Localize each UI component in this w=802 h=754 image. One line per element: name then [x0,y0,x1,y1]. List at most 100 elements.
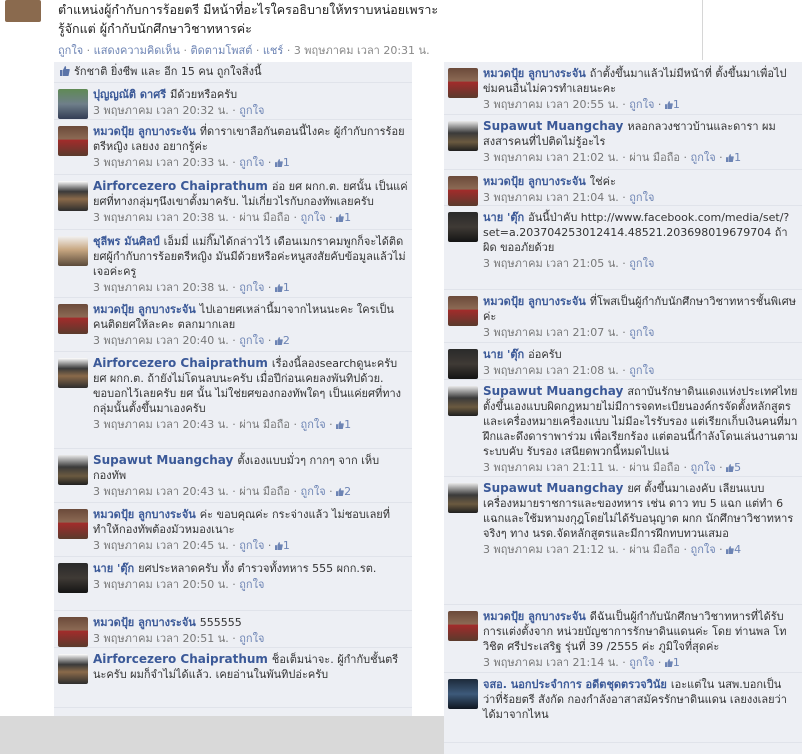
comment-time[interactable]: 3 พฤษภาคม เวลา 20:38 น. [93,211,229,224]
commenter-name[interactable]: นาย 'ตุ๊ก [483,348,524,361]
comment-like-link[interactable]: ถูกใจ [629,191,654,204]
commenter-name[interactable]: นาย 'ตุ๊ก [483,211,524,224]
commenter-name[interactable]: Supawut Muangchay [93,453,233,467]
commenter-avatar[interactable] [58,654,88,684]
comment-time[interactable]: 3 พฤษภาคม เวลา 21:08 น. [483,364,619,377]
comment-time[interactable]: 3 พฤษภาคม เวลา 20:32 น. [93,104,229,117]
commenter-avatar[interactable] [58,181,88,211]
comment-via-mobile[interactable]: ผ่าน มือถือ [239,211,290,224]
comment-like-link[interactable]: ถูกใจ [691,461,716,474]
comment-like-link[interactable]: ถูกใจ [239,578,264,591]
commenter-avatar[interactable] [58,455,88,485]
comment-time[interactable]: 3 พฤษภาคม เวลา 21:11 น. [483,461,619,474]
commenter-name[interactable]: Supawut Muangchay [483,481,623,495]
comment-like-count[interactable]: 2 [274,334,290,347]
commenter-avatar[interactable] [448,386,478,416]
commenter-avatar[interactable] [448,68,478,98]
comment-like-count[interactable]: 1 [664,98,680,111]
commenter-avatar[interactable] [448,296,478,326]
comment-like-count[interactable]: 1 [336,418,351,431]
post-time[interactable]: 3 พฤษภาคม เวลา 20:31 น. [294,44,430,57]
comment-time[interactable]: 3 พฤษภาคม เวลา 20:38 น. [93,281,229,294]
commenter-avatar[interactable] [448,121,478,151]
commenter-avatar[interactable] [58,509,88,539]
comment-time[interactable]: 3 พฤษภาคม เวลา 21:04 น. [483,191,619,204]
comment-via-mobile[interactable]: ผ่าน มือถือ [239,418,290,431]
comment-like-link[interactable]: ถูกใจ [691,543,716,556]
comment-like-link[interactable]: ถูกใจ [629,656,654,669]
commenter-name[interactable]: Airforcezero Chaiprathum [93,179,268,193]
commenter-name[interactable]: หมวดปุ้ย ลูกบางระจัน [483,175,586,188]
comment-time[interactable]: 3 พฤษภาคม เวลา 21:02 น. [483,151,619,164]
comment-like-count[interactable]: 1 [274,539,290,552]
comment-like-count[interactable]: 4 [726,543,741,556]
comment-like-link[interactable]: ถูกใจ [239,281,264,294]
comment-via-mobile[interactable]: ผ่าน มือถือ [629,151,680,164]
comment-like-count[interactable]: 1 [274,281,290,294]
commenter-name[interactable]: หมวดปุ้ย ลูกบางระจัน [483,295,586,308]
comment-like-count[interactable]: 2 [336,485,351,498]
commenter-avatar[interactable] [448,483,478,513]
commenter-avatar[interactable] [58,236,88,266]
comment-like-link[interactable]: ถูกใจ [629,326,654,339]
commenter-name[interactable]: Airforcezero Chaiprathum [93,356,268,370]
comment-time[interactable]: 3 พฤษภาคม เวลา 20:33 น. [93,156,229,169]
commenter-name[interactable]: ปุญญณัติ ดาศรี [93,88,166,101]
commenter-avatar[interactable] [58,563,88,593]
comment-like-link[interactable]: ถูกใจ [629,364,654,377]
comment-like-link[interactable]: ถูกใจ [301,418,326,431]
comment-time[interactable]: 3 พฤษภาคม เวลา 20:40 น. [93,334,229,347]
commenter-avatar[interactable] [448,679,478,709]
comment-via-mobile[interactable]: ผ่าน มือถือ [629,461,680,474]
likes-summary-text[interactable]: รักชาติ ยิ่งชีพ และ อีก 15 คน ถูกใจสิ่งน… [74,65,262,78]
comment-time[interactable]: 3 พฤษภาคม เวลา 20:50 น. [93,578,229,591]
commenter-avatar[interactable] [448,349,478,379]
comment-like-count[interactable]: 1 [726,151,741,164]
commenter-avatar[interactable] [58,89,88,119]
comment-like-link[interactable]: ถูกใจ [301,485,326,498]
comment-like-count[interactable]: 5 [726,461,741,474]
comment-like-count[interactable]: 1 [274,156,290,169]
comment-like-link[interactable]: ถูกใจ [629,257,654,270]
comment-via-mobile[interactable]: ผ่าน มือถือ [239,485,290,498]
comment-like-link[interactable]: ถูกใจ [301,211,326,224]
comment-like-link[interactable]: ถูกใจ [239,104,264,117]
commenter-name[interactable]: ชุลีพร มันศิลป์ [93,235,160,248]
comment-via-mobile[interactable]: ผ่าน มือถือ [629,543,680,556]
comment-time[interactable]: 3 พฤษภาคม เวลา 21:12 น. [483,543,619,556]
comment-like-link[interactable]: ถูกใจ [239,156,264,169]
commenter-name[interactable]: หมวดปุ้ย ลูกบางระจัน [483,67,586,80]
commenter-avatar[interactable] [58,126,88,156]
post-follow-link[interactable]: ติดตามโพสต์ [190,44,252,57]
commenter-name[interactable]: หมวดปุ้ย ลูกบางระจัน [93,303,196,316]
commenter-name[interactable]: หมวดปุ้ย ลูกบางระจัน [93,125,196,138]
commenter-name[interactable]: หมวดปุ้ย ลูกบางระจัน [93,508,196,521]
commenter-avatar[interactable] [58,358,88,388]
comment-time[interactable]: 3 พฤษภาคม เวลา 20:45 น. [93,539,229,552]
commenter-avatar[interactable] [58,617,88,647]
commenter-name[interactable]: Airforcezero Chaiprathum [93,652,268,666]
comment-time[interactable]: 3 พฤษภาคม เวลา 20:43 น. [93,485,229,498]
post-share-link[interactable]: แชร์ [263,44,283,57]
comment-time[interactable]: 3 พฤษภาคม เวลา 21:05 น. [483,257,619,270]
commenter-avatar[interactable] [448,176,478,206]
comment-time[interactable]: 3 พฤษภาคม เวลา 20:43 น. [93,418,229,431]
comment-like-count[interactable]: 1 [664,656,680,669]
post-like-link[interactable]: ถูกใจ [58,44,83,57]
comment-time[interactable]: 3 พฤษภาคม เวลา 20:51 น. [93,632,229,645]
commenter-name[interactable]: หมวดปุ้ย ลูกบางระจัน [483,610,586,623]
commenter-name[interactable]: Supawut Muangchay [483,119,623,133]
commenter-name[interactable]: Supawut Muangchay [483,384,623,398]
commenter-avatar[interactable] [58,304,88,334]
commenter-avatar[interactable] [448,212,478,242]
comment-like-count[interactable]: 1 [336,211,351,224]
commenter-avatar[interactable] [448,611,478,641]
comment-like-link[interactable]: ถูกใจ [239,539,264,552]
comment-like-link[interactable]: ถูกใจ [629,98,654,111]
commenter-name[interactable]: จสอ. นอกประจำการ อดีตชุดตรวจวินัย [483,678,667,691]
comment-like-link[interactable]: ถูกใจ [239,632,264,645]
commenter-name[interactable]: หมวดปุ้ย ลูกบางระจัน [93,616,196,629]
comment-time[interactable]: 3 พฤษภาคม เวลา 20:55 น. [483,98,619,111]
comment-like-link[interactable]: ถูกใจ [239,334,264,347]
poster-avatar[interactable] [5,0,41,22]
